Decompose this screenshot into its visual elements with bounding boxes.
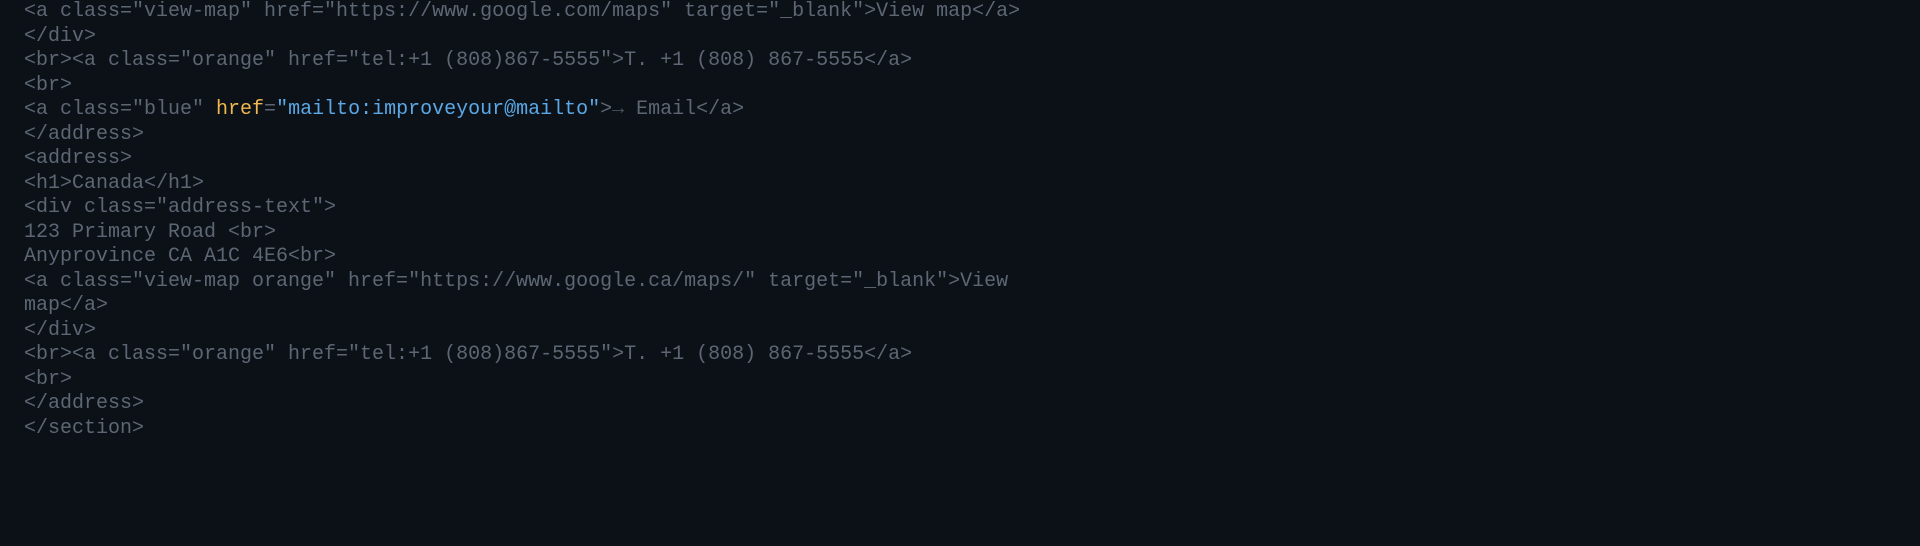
code-token: href [216, 98, 264, 121]
code-line[interactable]: <a class="view-map orange" href="https:/… [24, 270, 1920, 295]
code-token: </section> [24, 417, 144, 440]
code-token: <br><a class="orange" href="tel:+1 (808)… [24, 49, 912, 72]
code-token: <br> [24, 368, 72, 391]
code-token: </div> [24, 319, 96, 342]
code-line[interactable]: <br> [24, 74, 1920, 99]
code-token: </div> [24, 25, 96, 48]
code-line[interactable]: map</a> [24, 294, 1920, 319]
code-line[interactable]: <a class="blue" href="mailto:improveyour… [24, 98, 1920, 123]
code-line[interactable]: <address> [24, 147, 1920, 172]
code-line[interactable]: <a class="view-map" href="https://www.go… [24, 0, 1920, 25]
code-line[interactable]: Anyprovince CA A1C 4E6<br> [24, 245, 1920, 270]
code-token: 123 Primary Road <br> [24, 221, 276, 244]
code-token: </address> [24, 123, 144, 146]
code-token: "mailto:improveyour@mailto" [276, 98, 600, 121]
code-token: <h1>Canada</h1> [24, 172, 204, 195]
code-token: <br> [24, 74, 72, 97]
code-line[interactable]: <br> [24, 368, 1920, 393]
code-token: > [600, 98, 612, 121]
code-token: Anyprovince CA A1C 4E6<br> [24, 245, 336, 268]
code-line[interactable]: <br><a class="orange" href="tel:+1 (808)… [24, 49, 1920, 74]
code-line[interactable]: </address> [24, 123, 1920, 148]
code-line[interactable]: <div class="address-text"> [24, 196, 1920, 221]
code-token: <div class="address-text"> [24, 196, 336, 219]
code-token: <address> [24, 147, 132, 170]
code-line[interactable]: <br><a class="orange" href="tel:+1 (808)… [24, 343, 1920, 368]
code-line[interactable]: </div> [24, 25, 1920, 50]
code-token: <br><a class="orange" href="tel:+1 (808)… [24, 343, 912, 366]
code-line[interactable]: <h1>Canada</h1> [24, 172, 1920, 197]
code-token: <a class="blue" [24, 98, 216, 121]
code-token: = [264, 98, 276, 121]
code-token: → [612, 98, 624, 121]
code-token: <a class="view-map orange" href="https:/… [24, 270, 1008, 293]
code-token: <a class="view-map" href="https://www.go… [24, 0, 1020, 23]
code-token: map</a> [24, 294, 108, 317]
code-line[interactable]: </div> [24, 319, 1920, 344]
code-token: Email</a> [624, 98, 744, 121]
code-line[interactable]: </address> [24, 392, 1920, 417]
code-line[interactable]: </section> [24, 417, 1920, 442]
code-line[interactable]: 123 Primary Road <br> [24, 221, 1920, 246]
code-token: </address> [24, 392, 144, 415]
code-editor[interactable]: <a class="view-map" href="https://www.go… [0, 0, 1920, 441]
